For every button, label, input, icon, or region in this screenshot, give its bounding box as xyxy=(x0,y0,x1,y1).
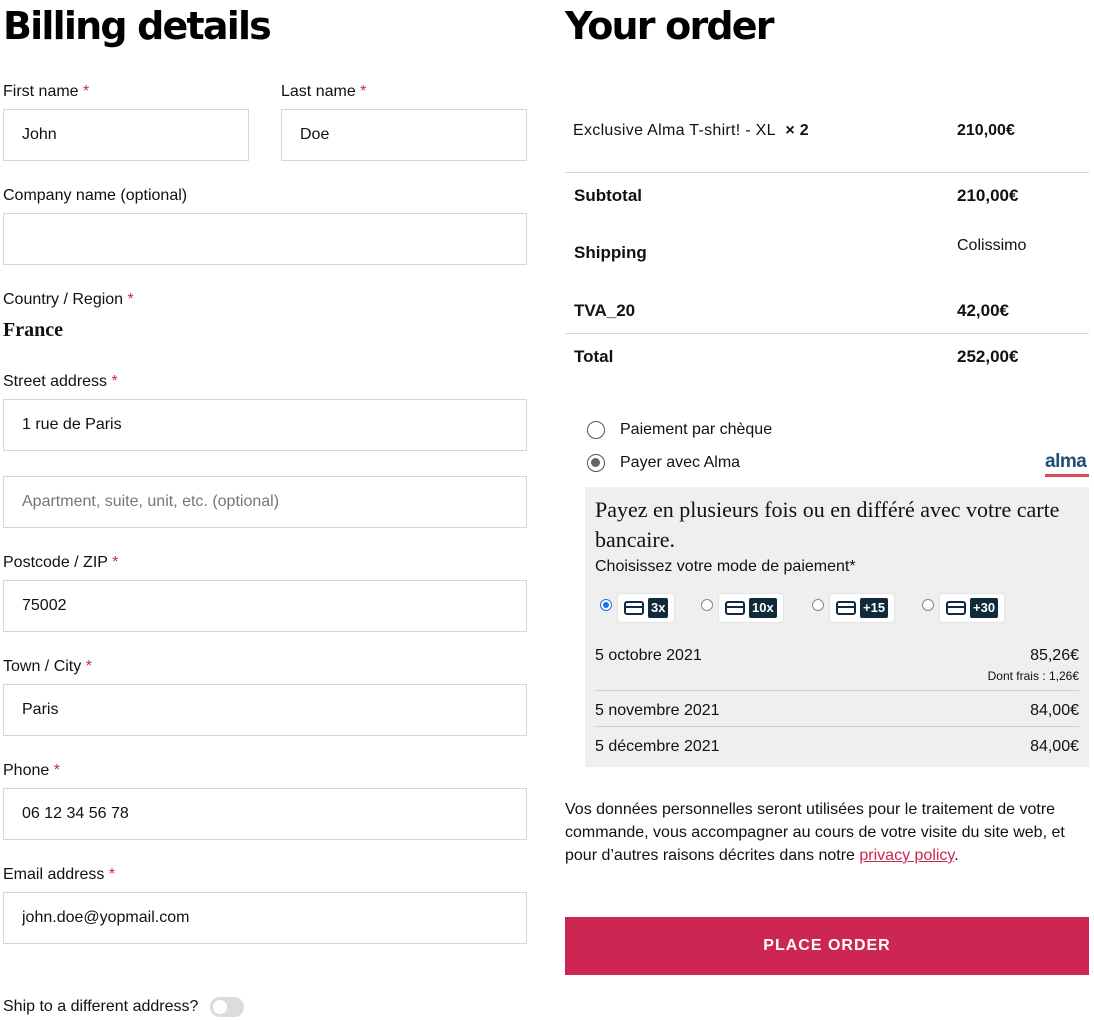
postcode-input[interactable] xyxy=(3,580,527,632)
schedule-amount: 85,26€ xyxy=(1030,647,1079,664)
credit-card-icon xyxy=(725,601,745,615)
alma-panel-subtitle: Choisissez votre mode de paiement* xyxy=(595,558,856,575)
subtotal-value: 210,00€ xyxy=(957,186,1019,205)
plan-pill[interactable]: +15 xyxy=(829,593,896,623)
plan-pill[interactable]: +30 xyxy=(939,593,1006,623)
company-label: Company name (optional) xyxy=(3,187,188,204)
order-item-name: Exclusive Alma T-shirt! - XL × 2 xyxy=(573,122,809,139)
total-label: Total xyxy=(574,347,614,366)
city-label: Town / City * xyxy=(3,658,92,675)
last-name-label: Last name * xyxy=(281,83,367,100)
shipping-label: Shipping xyxy=(574,243,647,262)
country-value: France xyxy=(3,319,63,341)
ship-different-toggle[interactable] xyxy=(210,997,245,1017)
order-title: Your order xyxy=(565,4,775,48)
alma-logo: alma xyxy=(1045,451,1089,477)
cheque-radio[interactable] xyxy=(587,421,605,439)
postcode-label: Postcode / ZIP * xyxy=(3,554,119,571)
plan-radio[interactable] xyxy=(701,599,713,611)
plan-plus15[interactable]: +15 xyxy=(812,593,896,623)
plan-badge: 10x xyxy=(749,598,777,618)
company-input[interactable] xyxy=(3,213,527,265)
toggle-knob xyxy=(213,1000,228,1014)
divider xyxy=(595,690,1079,691)
alma-logo-underline xyxy=(1045,474,1089,477)
plan-pill[interactable]: 10x xyxy=(718,593,784,623)
country-label: Country / Region * xyxy=(3,291,134,308)
phone-input[interactable] xyxy=(3,788,527,840)
plan-badge: 3x xyxy=(648,598,669,618)
subtotal-label: Subtotal xyxy=(574,186,642,205)
alma-payment-panel: Payez en plusieurs fois ou en différé av… xyxy=(585,487,1089,767)
email-label: Email address * xyxy=(3,866,116,883)
email-input[interactable] xyxy=(3,892,527,944)
plan-radio[interactable] xyxy=(812,599,824,611)
apartment-input[interactable] xyxy=(3,476,527,528)
schedule-date: 5 octobre 2021 xyxy=(595,647,702,664)
payment-method-cheque[interactable]: Paiement par chèque xyxy=(587,421,772,439)
last-name-input[interactable] xyxy=(281,109,527,161)
shipping-value: Colissimo xyxy=(957,237,1027,254)
plan-radio[interactable] xyxy=(600,599,612,611)
plan-pill[interactable]: 3x xyxy=(617,593,676,623)
plan-radio[interactable] xyxy=(922,599,934,611)
phone-label: Phone * xyxy=(3,762,60,779)
plan-10x[interactable]: 10x xyxy=(701,593,784,623)
divider xyxy=(565,333,1089,334)
plan-badge: +15 xyxy=(860,598,889,618)
payment-method-alma[interactable]: Payer avec Alma xyxy=(587,454,740,472)
credit-card-icon xyxy=(836,601,856,615)
alma-panel-title: Payez en plusieurs fois ou en différé av… xyxy=(595,497,1060,552)
tax-label: TVA_20 xyxy=(574,301,636,320)
credit-card-icon xyxy=(624,601,644,615)
alma-label: Payer avec Alma xyxy=(620,454,741,471)
divider xyxy=(565,172,1089,173)
first-name-input[interactable] xyxy=(3,109,249,161)
schedule-fees: Dont frais : 1,26€ xyxy=(987,669,1079,683)
alma-radio[interactable] xyxy=(587,454,605,472)
privacy-policy-link[interactable]: privacy policy xyxy=(859,847,954,864)
plan-plus30[interactable]: +30 xyxy=(922,593,1006,623)
ship-different-row: Ship to a different address? xyxy=(3,997,245,1017)
credit-card-icon xyxy=(946,601,966,615)
privacy-notice: Vos données personnelles seront utilisée… xyxy=(565,801,1065,864)
ship-different-label: Ship to a different address? xyxy=(3,998,199,1015)
schedule-date: 5 décembre 2021 xyxy=(595,738,720,755)
schedule-amount: 84,00€ xyxy=(1030,702,1079,719)
schedule-amount: 84,00€ xyxy=(1030,738,1079,755)
divider xyxy=(595,726,1079,727)
street-label: Street address * xyxy=(3,373,118,390)
plan-badge: +30 xyxy=(970,598,999,618)
order-item-price: 210,00€ xyxy=(957,122,1015,139)
street-address-input[interactable] xyxy=(3,399,527,451)
billing-title: Billing details xyxy=(3,4,272,48)
order-item-qty: × 2 xyxy=(785,122,809,139)
place-order-button[interactable]: PLACE ORDER xyxy=(565,917,1089,975)
total-value: 252,00€ xyxy=(957,347,1019,366)
city-input[interactable] xyxy=(3,684,527,736)
tax-value: 42,00€ xyxy=(957,301,1009,320)
first-name-label: First name * xyxy=(3,83,90,100)
plan-3x[interactable]: 3x xyxy=(600,593,676,623)
schedule-date: 5 novembre 2021 xyxy=(595,702,720,719)
cheque-label: Paiement par chèque xyxy=(620,421,773,438)
